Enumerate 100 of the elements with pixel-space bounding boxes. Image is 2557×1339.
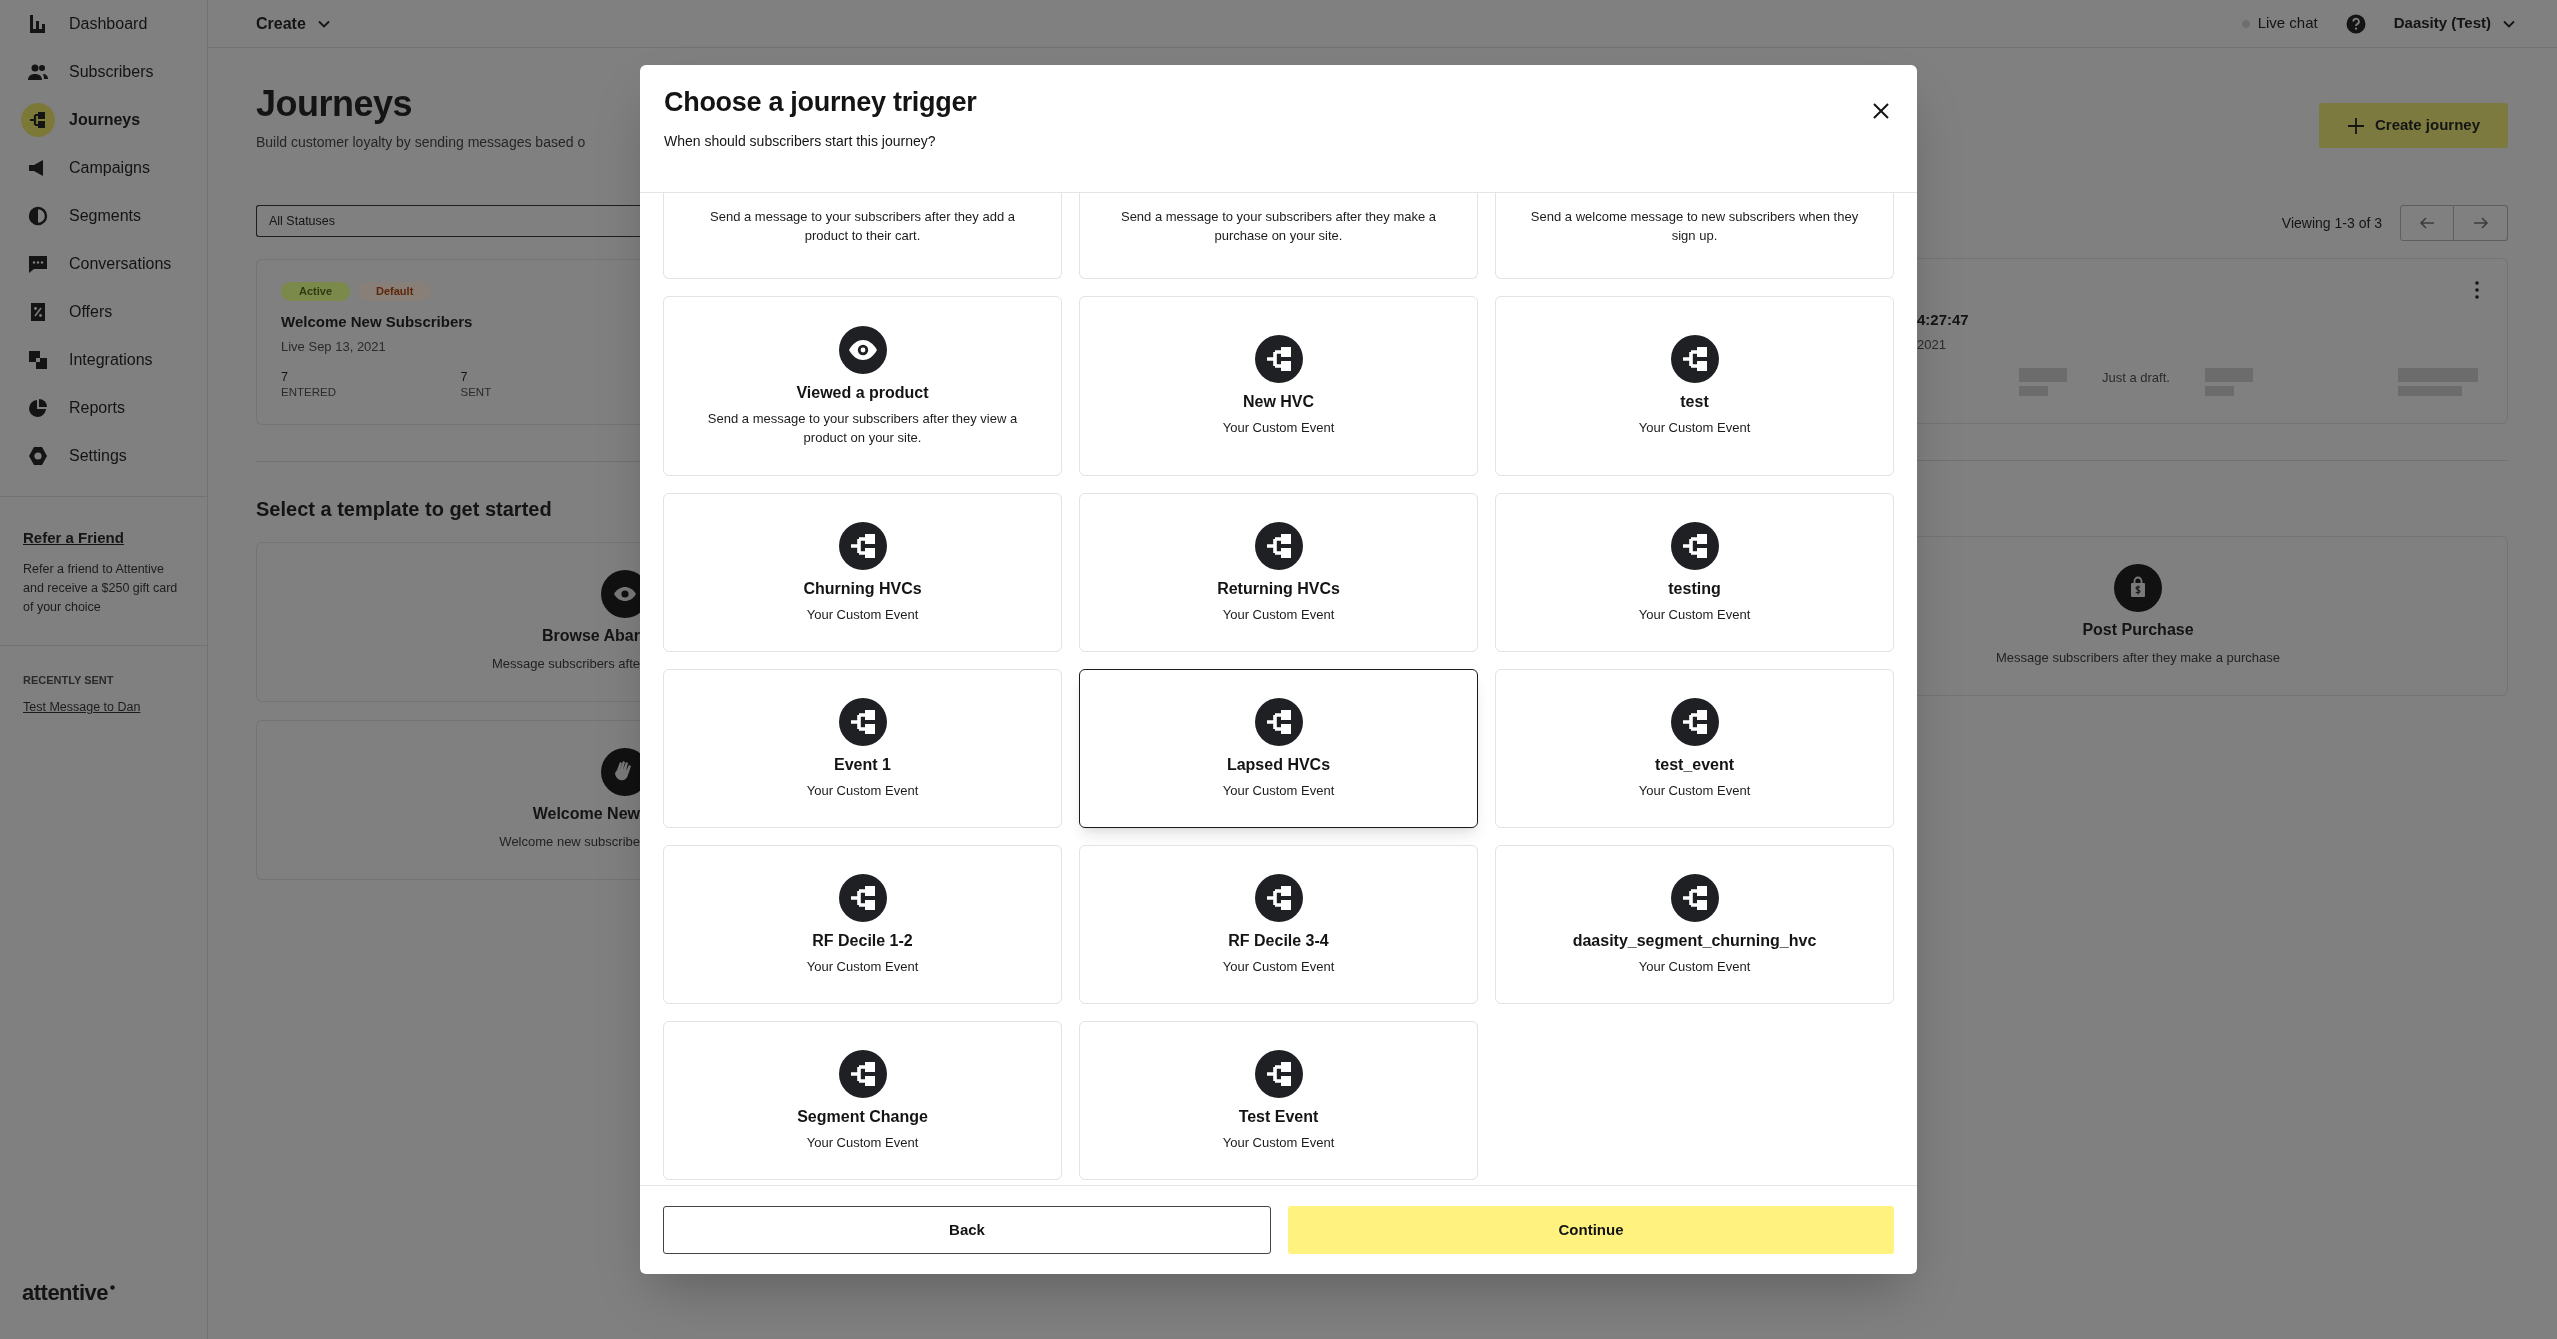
trigger-card[interactable]: Lapsed HVCs Your Custom Event [1079,669,1478,828]
trigger-description: Your Custom Event [1222,781,1335,800]
trigger-description: Your Custom Event [1638,781,1751,800]
live-chat-button[interactable]: Live chat [2241,12,2318,35]
trigger-title: Returning HVCs [1217,578,1340,599]
trigger-card[interactable]: Segment Change Your Custom Event [663,1021,1062,1180]
flow-icon [1254,697,1303,746]
trigger-title: testing [1668,578,1721,599]
template-title: Post Purchase [2082,620,2194,641]
page-title: Journeys [256,84,414,124]
sidebar-item[interactable]: Journeys [0,96,207,144]
flow-icon [1670,873,1719,922]
recent-message-link[interactable]: Test Message to Dan [23,698,184,717]
journey-name: Welcome New Subscribers [281,312,474,332]
sidebar-item[interactable]: Conversations [0,240,207,288]
trigger-card[interactable]: RF Decile 3-4 Your Custom Event [1079,845,1478,1004]
sidebar-item[interactable]: Dashboard [0,0,207,48]
continue-button[interactable]: Continue [1288,1206,1894,1254]
trigger-title: daasity_segment_churning_hvc [1572,930,1817,951]
trigger-description: Your Custom Event [1638,419,1751,437]
stat-value: 7 [460,370,469,385]
pagination-text: Viewing 1-3 of 3 [2281,213,2382,233]
trigger-description: Send a message to your subscribers after they view a product on your site. [706,409,1019,447]
flow-icon [838,521,887,570]
trigger-card[interactable]: RF Decile 1-2 Your Custom Event [663,845,1062,1004]
flow-icon [838,1049,887,1098]
back-button[interactable]: Back [663,1206,1271,1254]
trigger-title: Lapsed HVCs [1226,754,1331,775]
template-card[interactable]: Welcome New Welcome new subscribe [256,720,640,880]
trigger-title: Event 1 [834,754,891,775]
trigger-title: RF Decile 1-2 [812,930,913,951]
trigger-card[interactable]: Event 1 Your Custom Event [663,669,1062,828]
trigger-card[interactable]: New HVC Your Custom Event [1079,296,1478,476]
flow-icon [1670,521,1719,570]
trigger-description: Your Custom Event [1222,419,1335,437]
template-title: Browse Abar [541,626,640,647]
trigger-description: Your Custom Event [1638,605,1751,624]
trigger-card[interactable]: test Your Custom Event [1495,296,1894,476]
stat-value: 7 [281,370,289,385]
template-description: Welcome new subscribe [499,833,640,852]
stat-label: SENT [460,385,493,400]
trigger-card[interactable]: Send a message to your subscribers after they add a product to their cart. [663,193,1062,279]
status-filter[interactable]: All Statuses [256,205,640,237]
draft-note: Just a draft. [2102,369,2170,387]
trigger-title: test_event [1654,754,1735,775]
trigger-card[interactable]: daasity_segment_churning_hvc Your Custom Event [1495,845,1894,1004]
registered-mark-icon [110,1285,115,1290]
modal-subtitle: When should subscribers start this journey? [664,132,937,151]
account-menu[interactable]: Daasity (Test) [2393,12,2517,35]
template-card[interactable]: Post Purchase Message subscribers after they make a purchase [1917,536,2508,696]
page-subtitle: Build customer loyalty by sending messages based o [256,133,587,152]
flow-icon [1254,1049,1303,1098]
journey-card[interactable]: Active Default Welcome New Subscribers Live Sep 13, 2021 7 ENTERED 7 SENT [256,259,640,425]
journey-card[interactable]: 4:27:47 2021 Just a draft. [1917,258,2508,424]
flow-icon [1254,873,1303,922]
trigger-description: Your Custom Event [1638,957,1751,976]
sidebar-item[interactable]: Integrations [0,336,207,384]
eye-icon [838,325,887,374]
template-description: Message subscribers afte [491,655,640,674]
more-vertical-icon [2473,280,2481,300]
flow-icon [1254,335,1303,383]
eye-icon [601,570,640,619]
trigger-card[interactable]: Churning HVCs Your Custom Event [663,493,1062,652]
trigger-card[interactable]: Test Event Your Custom Event [1079,1021,1478,1180]
logo: attentive [22,1281,108,1305]
trigger-description: Your Custom Event [1222,957,1335,976]
section-heading: Select a template to get started [256,497,553,522]
sidebar-item[interactable]: Settings [0,432,207,480]
sidebar-item[interactable]: Offers [0,288,207,336]
trigger-card[interactable]: Returning HVCs Your Custom Event [1079,493,1478,652]
more-options-button[interactable] [2473,280,2481,300]
sidebar-item[interactable]: Segments [0,192,207,240]
trigger-card[interactable]: Viewed a product Send a message to your subscribers after they view a product on your site. [663,296,1062,476]
flow-icon [1254,521,1303,570]
sidebar-item[interactable]: Subscribers [0,48,207,96]
create-menu[interactable]: Create [256,11,332,36]
help-button[interactable] [2345,13,2366,34]
trigger-description: Your Custom Event [806,605,919,624]
trigger-card[interactable]: testing Your Custom Event [1495,493,1894,652]
template-description: Message subscribers after they make a purchase [1996,649,2280,668]
sidebar-item[interactable]: Reports [0,384,207,432]
half-circle-icon [26,204,50,228]
trigger-title: RF Decile 3-4 [1228,930,1329,951]
refer-link[interactable]: Refer a Friend [23,527,184,550]
status-badge: Active [281,282,351,301]
journey-date: Live Sep 13, 2021 [281,337,387,356]
arrow-right-icon [2472,215,2489,231]
trigger-card[interactable]: Send a message to your subscribers after they make a purchase on your site. [1079,193,1478,279]
pie-chart-icon [26,396,50,420]
trigger-description: Your Custom Event [806,957,919,976]
trigger-description: Send a welcome message to new subscribers when they sign up. [1529,208,1860,245]
shopping-bag-icon [2114,564,2162,613]
plus-icon [2346,116,2365,135]
sidebar-item[interactable]: Campaigns [0,144,207,192]
modal-title: Choose a journey trigger [664,86,977,119]
trigger-card[interactable]: test_event Your Custom Event [1495,669,1894,828]
trigger-title: Segment Change [797,1106,928,1127]
create-journey-button[interactable]: Create journey [2319,103,2508,148]
trigger-title: test [1680,392,1709,412]
trigger-card[interactable]: Send a welcome message to new subscribers when they sign up. [1495,193,1894,279]
